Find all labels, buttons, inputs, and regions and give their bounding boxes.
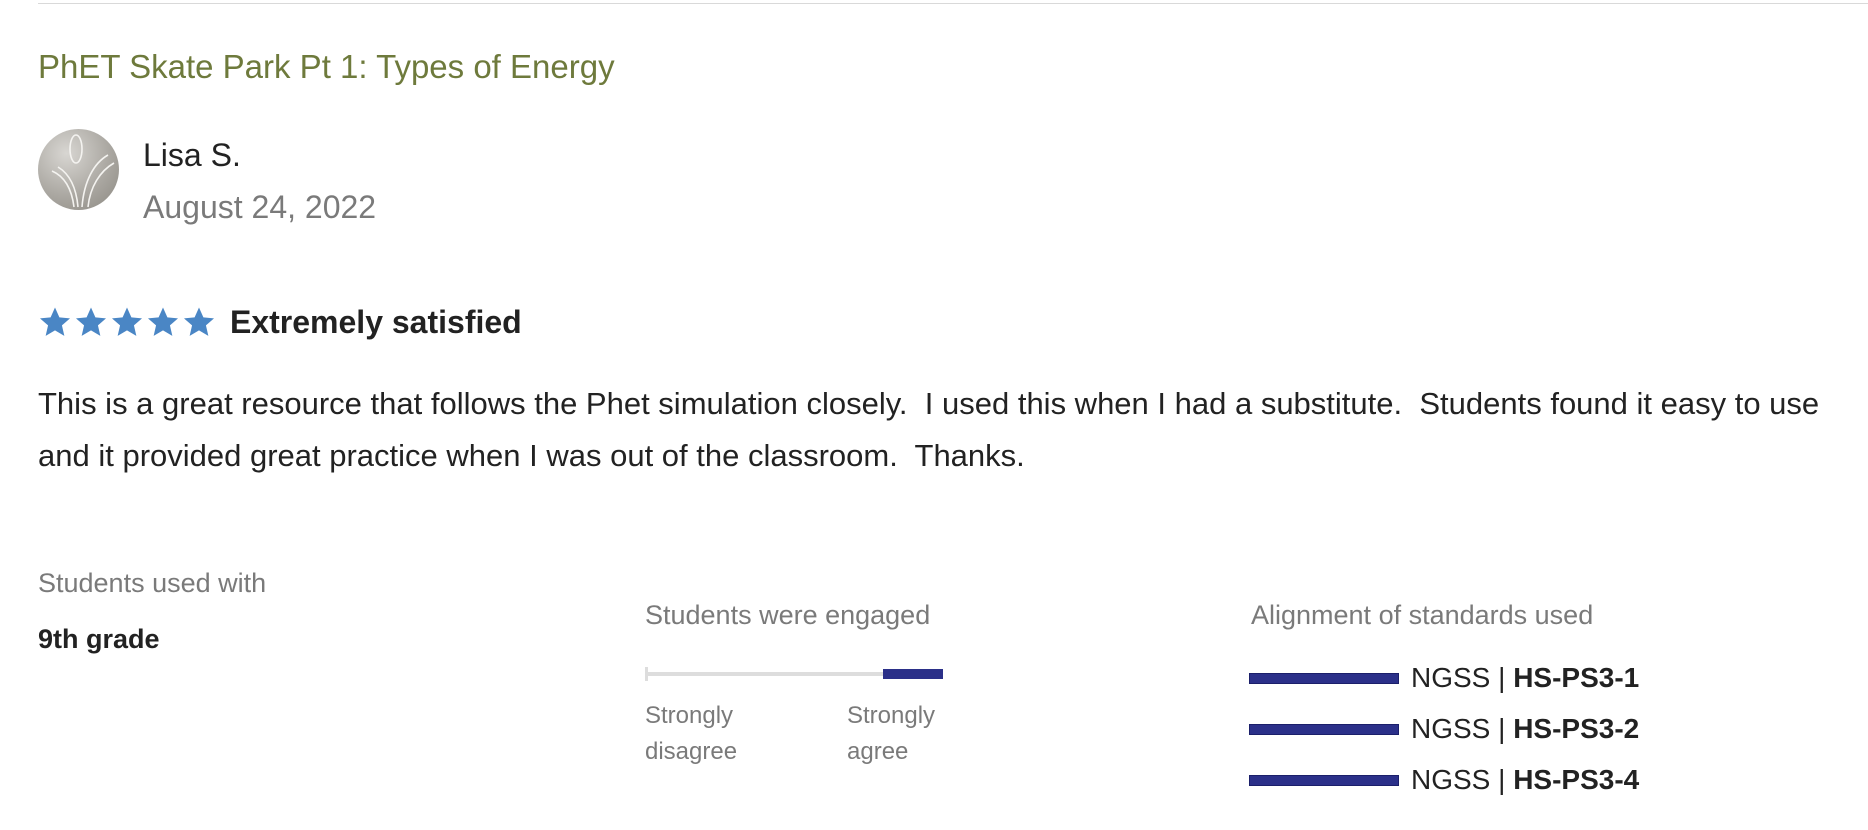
engagement-label: Students were engaged	[645, 600, 931, 630]
standard-framework: NGSS	[1411, 764, 1491, 795]
students-used-with-label: Students used with	[38, 568, 267, 598]
standard-framework: NGSS	[1411, 662, 1491, 693]
standard-separator: |	[1490, 662, 1514, 693]
standard-text: NGSS | HS-PS3-4	[1411, 764, 1639, 796]
star-icon	[111, 307, 143, 336]
avatar-logo-icon	[51, 134, 115, 208]
rating-row: Extremely satisfied	[38, 302, 522, 342]
standard-bar	[1249, 774, 1399, 786]
star-icon	[183, 307, 215, 336]
standard-bar	[1249, 723, 1399, 735]
standard-item: NGSS | HS-PS3-1	[1249, 658, 1639, 698]
grade-value: 9th grade	[38, 624, 160, 654]
standard-code: HS-PS3-1	[1513, 662, 1640, 693]
satisfaction-label: Extremely satisfied	[230, 303, 522, 340]
star-icon	[147, 307, 179, 336]
star-rating	[38, 305, 218, 339]
top-divider	[38, 3, 1868, 4]
standard-framework: NGSS	[1411, 713, 1491, 744]
standard-code: HS-PS3-4	[1513, 764, 1640, 795]
resource-title-link[interactable]: PhET Skate Park Pt 1: Types of Energy	[38, 48, 615, 86]
standard-item: NGSS | HS-PS3-2	[1249, 709, 1639, 749]
scale-min-label: Strongly disagree	[645, 702, 738, 765]
standard-bar	[1249, 672, 1399, 684]
star-icon	[75, 307, 107, 336]
scale-max-label: Strongly agree	[847, 702, 936, 765]
engagement-scale-track	[645, 667, 943, 681]
standard-separator: |	[1490, 713, 1514, 744]
star-icon	[39, 307, 71, 336]
engagement-level-fill	[883, 669, 943, 679]
reviewer-avatar	[38, 129, 119, 210]
standards-label: Alignment of standards used	[1251, 600, 1594, 630]
standard-item: NGSS | HS-PS3-4	[1249, 760, 1639, 800]
standard-separator: |	[1490, 764, 1514, 795]
standard-code: HS-PS3-2	[1513, 713, 1640, 744]
engagement-scale-start-tick	[645, 667, 648, 681]
reviewer-name: Lisa S.	[143, 137, 241, 173]
review-date: August 24, 2022	[143, 189, 377, 225]
standard-text: NGSS | HS-PS3-1	[1411, 662, 1639, 694]
review-text: This is a great resource that follows th…	[38, 386, 1828, 473]
standard-text: NGSS | HS-PS3-2	[1411, 713, 1639, 745]
